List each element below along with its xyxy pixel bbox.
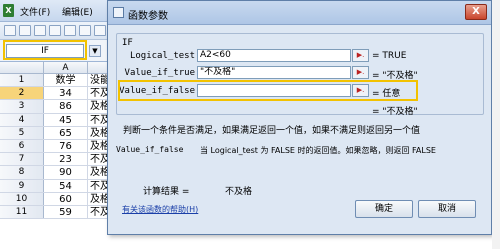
- cell-math-score[interactable]: 54: [44, 179, 88, 192]
- row-header[interactable]: 6: [0, 140, 44, 153]
- arg-label-logical-test: Logical_test: [129, 51, 195, 61]
- excel-toolbar: [0, 22, 120, 40]
- calculation-result-label: 计算结果 =: [143, 187, 190, 197]
- cancel-button[interactable]: 取消: [418, 200, 476, 218]
- cell-math-score[interactable]: 45: [44, 113, 88, 126]
- table-row: 6 76 及格: [0, 140, 120, 154]
- new-icon[interactable]: [4, 25, 16, 36]
- save-icon[interactable]: [34, 25, 46, 36]
- print-icon[interactable]: [49, 25, 61, 36]
- close-button[interactable]: X: [465, 4, 487, 20]
- function-help-link[interactable]: 有关该函数的帮助(H): [122, 204, 198, 215]
- argument-description: 当 Logical_test 为 FALSE 时的返回值。如果忽略，则返回 FA…: [200, 146, 436, 155]
- row-header[interactable]: 10: [0, 192, 44, 205]
- row-header[interactable]: 2: [0, 87, 44, 100]
- value-if-true-input[interactable]: "不及格": [197, 66, 351, 79]
- column-header-a[interactable]: A: [44, 62, 88, 74]
- row-header[interactable]: 1: [0, 74, 44, 87]
- row-header[interactable]: 4: [0, 113, 44, 126]
- name-box-dropdown-icon[interactable]: ▼: [89, 45, 101, 57]
- cell-math-score[interactable]: 59: [44, 206, 88, 219]
- collapse-dialog-icon[interactable]: ▶.: [352, 66, 369, 79]
- cell-math-score[interactable]: 86: [44, 100, 88, 113]
- function-description: 判断一个条件是否满足，如果满足返回一个值，如果不满足则返回另一个值: [123, 126, 421, 136]
- logical-test-result: = TRUE: [372, 51, 407, 61]
- name-box-highlight: [3, 40, 87, 60]
- table-row: 4 45 不及: [0, 113, 120, 127]
- cell-math-score[interactable]: 65: [44, 126, 88, 139]
- cell-math-score[interactable]: 90: [44, 166, 88, 179]
- argument-description-name: Value_if_false: [116, 145, 184, 154]
- function-name: IF: [122, 38, 133, 48]
- calculation-result-value: 不及格: [225, 187, 253, 197]
- page-right-edge: [492, 0, 500, 249]
- open-icon[interactable]: [19, 25, 31, 36]
- select-all-corner[interactable]: [0, 62, 44, 74]
- arg-label-value-if-true: Value_if_true: [124, 68, 195, 78]
- cell-math-score[interactable]: 34: [44, 87, 88, 100]
- row-header[interactable]: 7: [0, 153, 44, 166]
- excel-logo-icon: X: [3, 4, 14, 17]
- table-row: 1 数学 没能: [0, 74, 120, 88]
- cell-math-score[interactable]: 23: [44, 153, 88, 166]
- table-row: 7 23 不及: [0, 153, 120, 167]
- spell-icon[interactable]: [79, 25, 91, 36]
- menu-edit[interactable]: 编辑(E): [62, 5, 93, 18]
- table-row: 5 65 及格: [0, 126, 120, 140]
- table-row: 8 90 及格: [0, 166, 120, 180]
- row-header[interactable]: 11: [0, 206, 44, 219]
- row-header[interactable]: 8: [0, 166, 44, 179]
- row-header[interactable]: 3: [0, 100, 44, 113]
- ok-button[interactable]: 确定: [355, 200, 413, 218]
- dialog-titlebar[interactable]: 函数参数 X: [108, 1, 491, 25]
- preview-icon[interactable]: [64, 25, 76, 36]
- row-header[interactable]: 9: [0, 179, 44, 192]
- table-row: 11 59 不及格: [0, 206, 120, 220]
- table-row: 3 86 及格: [0, 100, 120, 114]
- dialog-icon: [113, 7, 124, 18]
- table-row: 10 60 及格: [0, 192, 120, 206]
- value-if-false-highlight: [118, 80, 418, 101]
- collapse-dialog-icon[interactable]: ▶.: [352, 49, 369, 62]
- function-result: = "不及格": [372, 107, 418, 117]
- table-row: 9 54 不及: [0, 179, 120, 193]
- logical-test-input[interactable]: A2<60: [197, 49, 351, 62]
- dialog-title: 函数参数: [128, 11, 168, 22]
- excel-menubar: X 文件(F) 编辑(E): [0, 0, 120, 22]
- cut-icon[interactable]: [94, 25, 106, 36]
- menu-file[interactable]: 文件(F): [20, 5, 50, 18]
- cell-math-score[interactable]: 60: [44, 192, 88, 205]
- row-header[interactable]: 5: [0, 126, 44, 139]
- table-row: 2 34 不及: [0, 87, 120, 101]
- cell-math-score[interactable]: 数学: [44, 74, 88, 87]
- cell-math-score[interactable]: 76: [44, 140, 88, 153]
